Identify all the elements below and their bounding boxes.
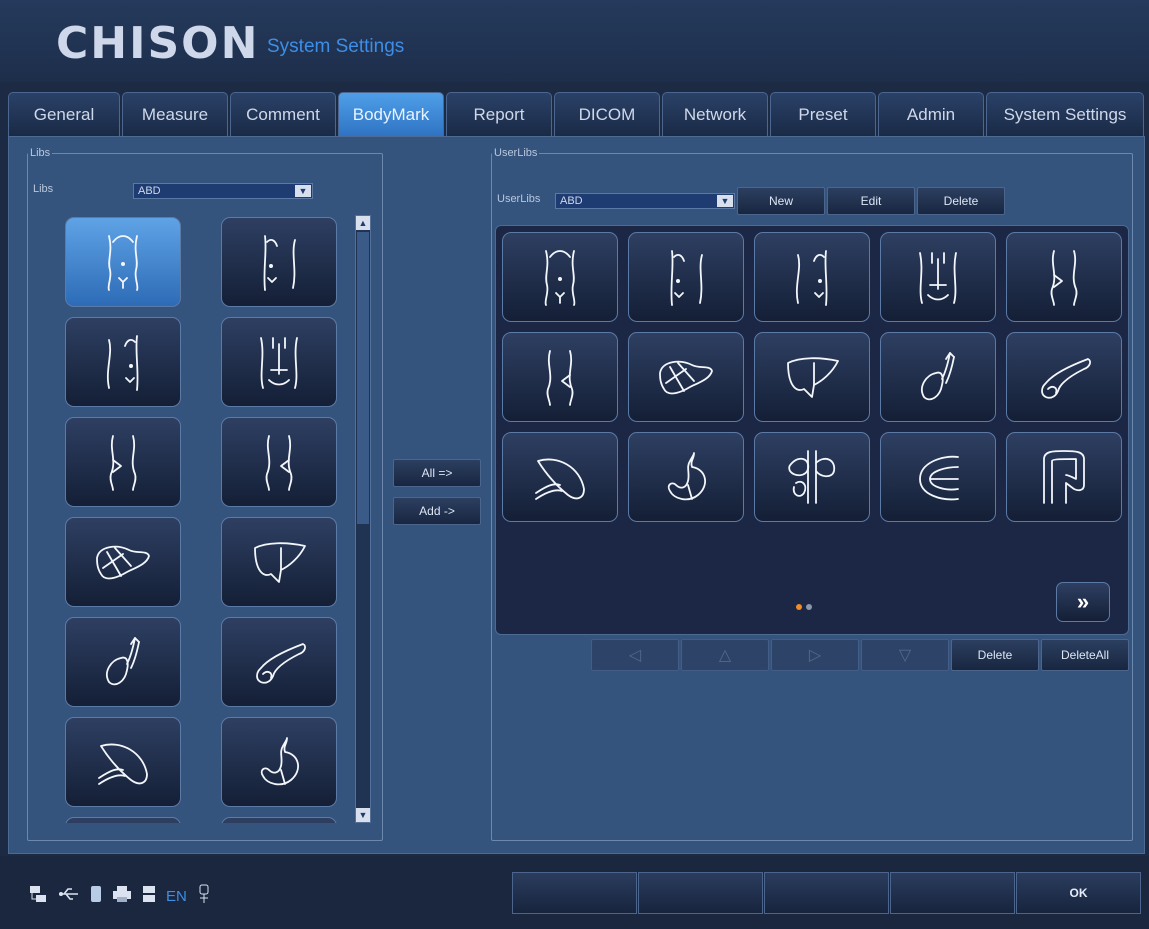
delete-item-button[interactable]: Delete [951,639,1039,671]
add-all-button[interactable]: All => [393,459,481,487]
tab-preset[interactable]: Preset [770,92,876,136]
printer-icon [112,885,132,908]
new-userlib-button[interactable]: New [737,187,825,215]
libs-field-label: Libs [33,183,54,195]
page-dot[interactable] [806,604,812,610]
abdomen-front-icon[interactable] [65,217,181,307]
spleen-icon[interactable] [502,432,618,522]
spleen-icon[interactable] [65,717,181,807]
bodymark-panel: Libs Libs ABD ▼ ▲ ▼ All => Add -> UserLi… [8,136,1145,854]
page-dot-active[interactable] [796,604,802,610]
softkey-2[interactable] [638,872,763,914]
flank-left-icon[interactable] [1006,232,1122,322]
liver-icon[interactable] [628,332,744,422]
liver-icon[interactable] [65,517,181,607]
libs-scrollbar[interactable]: ▲ ▼ [355,215,371,823]
softkey-1[interactable] [512,872,637,914]
stomach-icon[interactable] [628,432,744,522]
abdomen-right-icon[interactable] [628,232,744,322]
pancreas-icon[interactable] [221,617,337,707]
libs-group-label: Libs [30,147,51,159]
tab-system-settings[interactable]: System Settings [986,92,1144,136]
probe-icon [197,884,211,909]
delete-userlib-button[interactable]: Delete [917,187,1005,215]
abdomen-left-icon[interactable] [754,232,870,322]
tab-report[interactable]: Report [446,92,552,136]
userlibs-field-label: UserLibs [497,193,541,205]
abdomen-front-icon[interactable] [502,232,618,322]
move-left-button[interactable]: ◁ [591,639,679,671]
tab-network[interactable]: Network [662,92,768,136]
userlibs-select[interactable]: ABD ▼ [555,193,735,209]
stomach-icon[interactable] [221,717,337,807]
chevron-down-icon[interactable]: ▼ [295,185,311,197]
window-title: System Settings [267,36,405,57]
move-right-button[interactable]: ▷ [771,639,859,671]
language-indicator: EN [166,888,187,905]
tab-general[interactable]: General [8,92,120,136]
storage-icon [90,885,102,908]
status-icons: EN [28,884,211,909]
libs-icon-list[interactable] [49,209,351,823]
colon-icon[interactable] [1006,432,1122,522]
userlibs-select-value: ABD [560,195,583,207]
title-bar: CHISON System Settings [0,0,1149,82]
status-bar: EN OK [0,856,1149,929]
abdomen-right-icon[interactable] [221,217,337,307]
tab-dicom[interactable]: DICOM [554,92,660,136]
move-up-button[interactable]: △ [681,639,769,671]
gallbladder-icon[interactable] [880,332,996,422]
next-page-button[interactable]: » [1056,582,1110,622]
tab-admin[interactable]: Admin [878,92,984,136]
libs-select[interactable]: ABD ▼ [133,183,313,199]
flank-right-icon[interactable] [502,332,618,422]
flank-left-icon[interactable] [65,417,181,507]
userlibs-icon-grid: » [495,225,1129,635]
gallbladder-icon[interactable] [65,617,181,707]
scroll-thumb[interactable] [357,232,369,524]
softkey-3[interactable] [764,872,889,914]
ok-button[interactable]: OK [1016,872,1141,914]
scroll-up-icon[interactable]: ▲ [356,216,370,230]
settings-tab-bar: General Measure Comment BodyMark Report … [8,92,1144,136]
softkey-4[interactable] [890,872,1015,914]
abdomen-muscle-icon[interactable] [221,317,337,407]
abdomen-left-icon[interactable] [65,317,181,407]
chevron-down-icon[interactable]: ▼ [717,195,733,207]
network-icon [28,885,48,908]
pancreas-icon[interactable] [1006,332,1122,422]
brand-logo: CHISON [56,18,260,69]
userlibs-group-label: UserLibs [494,147,538,159]
usb-icon [58,887,80,906]
list-item-partial[interactable] [221,817,337,823]
tab-measure[interactable]: Measure [122,92,228,136]
scroll-down-icon[interactable]: ▼ [356,808,370,822]
move-down-button[interactable]: ▽ [861,639,949,671]
liver-outline-icon[interactable] [221,517,337,607]
libs-select-value: ABD [138,185,161,197]
list-item-partial[interactable] [65,817,181,823]
liver-outline-icon[interactable] [754,332,870,422]
bladder-icon[interactable] [880,432,996,522]
tab-comment[interactable]: Comment [230,92,336,136]
tab-bodymark[interactable]: BodyMark [338,92,444,136]
abdomen-muscle-icon[interactable] [880,232,996,322]
edit-userlib-button[interactable]: Edit [827,187,915,215]
disk-icon [142,885,156,908]
page-indicator[interactable] [796,604,812,610]
add-selected-button[interactable]: Add -> [393,497,481,525]
delete-all-button[interactable]: DeleteAll [1041,639,1129,671]
kidney-vessel-icon[interactable] [754,432,870,522]
flank-right-icon[interactable] [221,417,337,507]
